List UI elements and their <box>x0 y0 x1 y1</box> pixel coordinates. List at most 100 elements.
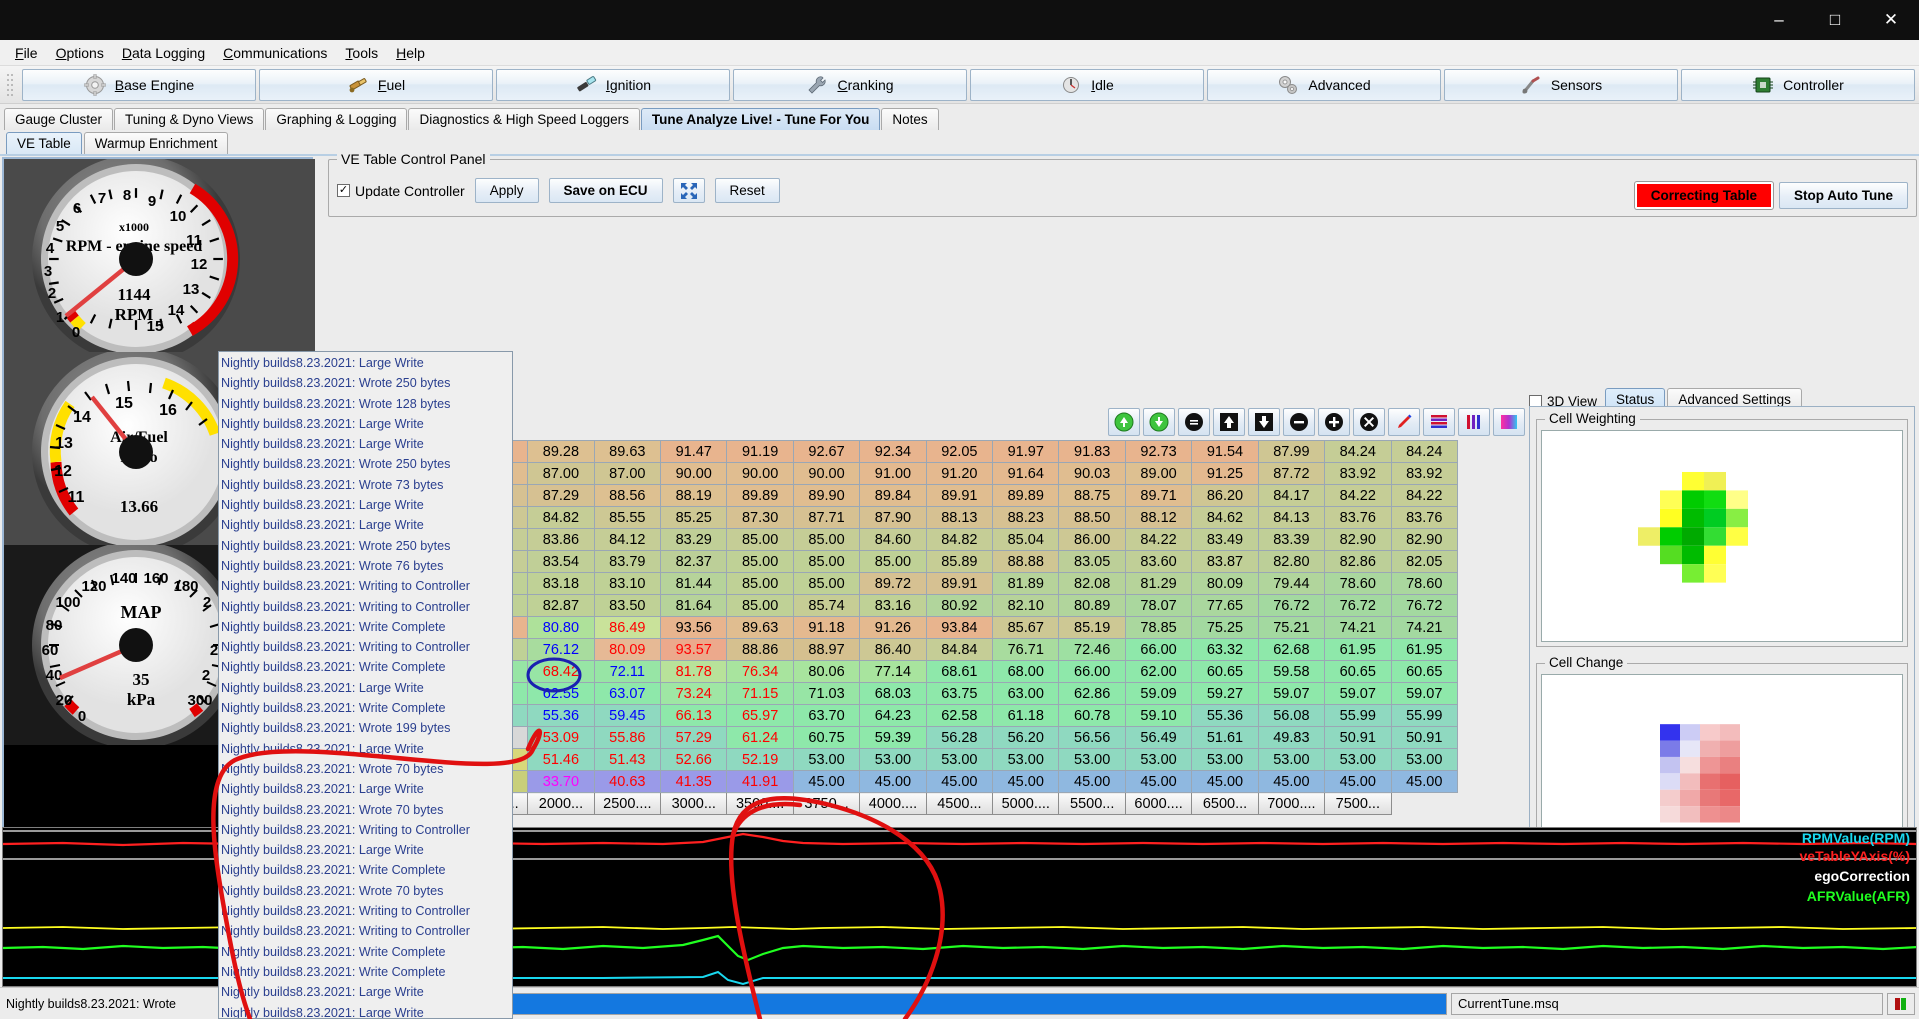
ve-table-cell[interactable]: 86.00 <box>1058 528 1126 551</box>
ve-table-cell[interactable]: 53.00 <box>992 748 1060 771</box>
ve-table-cell[interactable]: 83.18 <box>527 572 595 595</box>
ve-table-cell[interactable]: 83.86 <box>527 528 595 551</box>
ve-table-cell[interactable]: 83.16 <box>859 594 927 617</box>
ve-table-cell[interactable]: 80.89 <box>1058 594 1126 617</box>
ve-table-cell[interactable]: 82.80 <box>1257 550 1326 573</box>
tab-tune-analyze-live[interactable]: Tune Analyze Live! - Tune For You <box>640 108 881 130</box>
ve-table-cell[interactable]: 61.18 <box>992 704 1060 727</box>
stop-auto-tune-button[interactable]: Stop Auto Tune <box>1779 182 1908 209</box>
ve-table-cell[interactable]: 45.00 <box>792 770 861 793</box>
ve-table-cell[interactable]: 88.19 <box>660 484 728 507</box>
toolbar-button-ignition[interactable]: Ignition <box>496 68 730 101</box>
ve-table-cell[interactable]: 83.10 <box>593 572 662 595</box>
close-icon[interactable]: ✕ <box>1863 0 1919 40</box>
ve-table-cell[interactable]: 88.86 <box>726 638 794 661</box>
reset-button[interactable]: Reset <box>714 178 780 203</box>
tab-ve-table[interactable]: VE Table <box>6 132 82 154</box>
ve-table-cell[interactable]: 66.13 <box>660 704 728 727</box>
ve-table-cell[interactable]: 59.45 <box>593 704 662 727</box>
ve-table-cell[interactable]: 82.87 <box>527 594 595 617</box>
ve-table-cell[interactable]: 51.46 <box>527 748 595 771</box>
ve-table-x-axis-cell[interactable]: 2500.... <box>593 792 662 815</box>
ve-table-cell[interactable]: 84.17 <box>1257 484 1326 507</box>
ve-table-x-axis-cell[interactable]: 3000... <box>660 792 728 815</box>
ve-table-cell[interactable]: 85.00 <box>726 572 794 595</box>
ve-table-cell[interactable]: 65.97 <box>726 704 794 727</box>
toolbar-button-base-engine[interactable]: Base Engine <box>22 68 256 101</box>
ve-table-x-axis-cell[interactable]: 2000... <box>527 792 595 815</box>
ve-table-cell[interactable]: 83.29 <box>660 528 728 551</box>
ve-table-cell[interactable]: 55.86 <box>593 726 662 749</box>
ve-table-cell[interactable]: 45.00 <box>859 770 927 793</box>
ve-table-cell[interactable]: 89.91 <box>925 572 994 595</box>
ve-table-cell[interactable]: 85.00 <box>726 594 794 617</box>
ve-table-cell[interactable]: 81.44 <box>660 572 728 595</box>
ve-table-cell[interactable]: 63.75 <box>925 682 994 705</box>
ve-table-cell[interactable]: 82.37 <box>660 550 728 573</box>
ve-table-cell[interactable]: 56.08 <box>1257 704 1326 727</box>
ve-table-cell[interactable]: 53.09 <box>527 726 595 749</box>
ve-table-cell[interactable]: 56.49 <box>1124 726 1193 749</box>
ve-table-x-axis-cell[interactable]: 6000.... <box>1124 792 1193 815</box>
ve-table-cell[interactable]: 56.56 <box>1058 726 1126 749</box>
ve-table-cell[interactable]: 55.99 <box>1324 704 1392 727</box>
ve-table-cell[interactable]: 60.78 <box>1058 704 1126 727</box>
ve-table-cell[interactable]: 76.12 <box>527 638 595 661</box>
ve-table-cell[interactable]: 57.29 <box>660 726 728 749</box>
ve-table-cell[interactable]: 91.97 <box>992 440 1060 463</box>
ve-table-cell[interactable]: 92.73 <box>1124 440 1193 463</box>
ve-table-cell[interactable]: 76.72 <box>1324 594 1392 617</box>
ve-table-cell[interactable]: 56.20 <box>992 726 1060 749</box>
ve-table-cell[interactable]: 88.56 <box>593 484 662 507</box>
ve-table-cell[interactable]: 61.95 <box>1390 638 1458 661</box>
ve-table-cell[interactable]: 63.70 <box>792 704 861 727</box>
ve-table-x-axis-cell[interactable]: 5500... <box>1058 792 1126 815</box>
ve-table-cell[interactable]: 49.83 <box>1257 726 1326 749</box>
ve-table-cell[interactable]: 45.00 <box>1124 770 1193 793</box>
correcting-table-status-button[interactable]: Correcting Table <box>1634 182 1774 209</box>
ve-table-cell[interactable]: 59.09 <box>1124 682 1193 705</box>
ve-table-cell[interactable]: 84.24 <box>1390 440 1458 463</box>
menu-item-communications[interactable]: Communications <box>214 42 336 64</box>
decrease-green-button[interactable] <box>1143 408 1175 436</box>
ve-table-cell[interactable]: 56.28 <box>925 726 994 749</box>
ve-table-cell[interactable]: 68.61 <box>925 660 994 683</box>
ve-table-cell[interactable]: 72.11 <box>593 660 662 683</box>
ve-table-cell[interactable]: 41.35 <box>660 770 728 793</box>
ve-table-cell[interactable]: 78.60 <box>1390 572 1458 595</box>
ve-table-cell[interactable]: 40.63 <box>593 770 662 793</box>
ve-table-cell[interactable]: 88.23 <box>992 506 1060 529</box>
ve-table-cell[interactable]: 60.65 <box>1390 660 1458 683</box>
ve-table-cell[interactable]: 82.90 <box>1324 528 1392 551</box>
ve-table-cell[interactable]: 66.00 <box>1058 660 1126 683</box>
ve-table-cell[interactable]: 88.12 <box>1124 506 1193 529</box>
ve-table-x-axis-cell[interactable]: 3750... <box>792 792 861 815</box>
ve-table-cell[interactable]: 84.60 <box>859 528 927 551</box>
ve-table-cell[interactable]: 59.39 <box>859 726 927 749</box>
ve-table-cell[interactable]: 89.89 <box>726 484 794 507</box>
ve-table-cell[interactable]: 87.72 <box>1257 462 1326 485</box>
ve-table-cell[interactable]: 61.24 <box>726 726 794 749</box>
ve-table-cell[interactable]: 68.42 <box>527 660 595 683</box>
ve-table-cell[interactable]: 87.00 <box>527 462 595 485</box>
ve-table-cell[interactable]: 78.07 <box>1124 594 1193 617</box>
ve-table-cell[interactable]: 85.00 <box>792 572 861 595</box>
ve-table-cell[interactable]: 83.49 <box>1191 528 1259 551</box>
maximize-icon[interactable]: □ <box>1807 0 1863 40</box>
vertical-gradient-button[interactable] <box>1458 408 1490 436</box>
ve-table-cell[interactable]: 59.10 <box>1124 704 1193 727</box>
move-down-button[interactable] <box>1248 408 1280 436</box>
ve-table-cell[interactable]: 45.00 <box>1058 770 1126 793</box>
ve-table-x-axis-cell[interactable]: 4000.... <box>859 792 927 815</box>
move-up-button[interactable] <box>1213 408 1245 436</box>
toolbar-button-controller[interactable]: Controller <box>1681 68 1915 101</box>
ve-table-cell[interactable]: 63.32 <box>1191 638 1259 661</box>
ve-table-cell[interactable]: 41.91 <box>726 770 794 793</box>
ve-table-cell[interactable]: 83.39 <box>1257 528 1326 551</box>
ve-table-cell[interactable]: 64.23 <box>859 704 927 727</box>
tab-warmup-enrichment[interactable]: Warmup Enrichment <box>83 132 229 154</box>
subtract-button[interactable] <box>1283 408 1315 436</box>
ve-table-cell[interactable]: 90.00 <box>726 462 794 485</box>
ve-table-cell[interactable]: 84.24 <box>1324 440 1392 463</box>
ve-table-x-axis-cell[interactable]: 5000.... <box>992 792 1060 815</box>
